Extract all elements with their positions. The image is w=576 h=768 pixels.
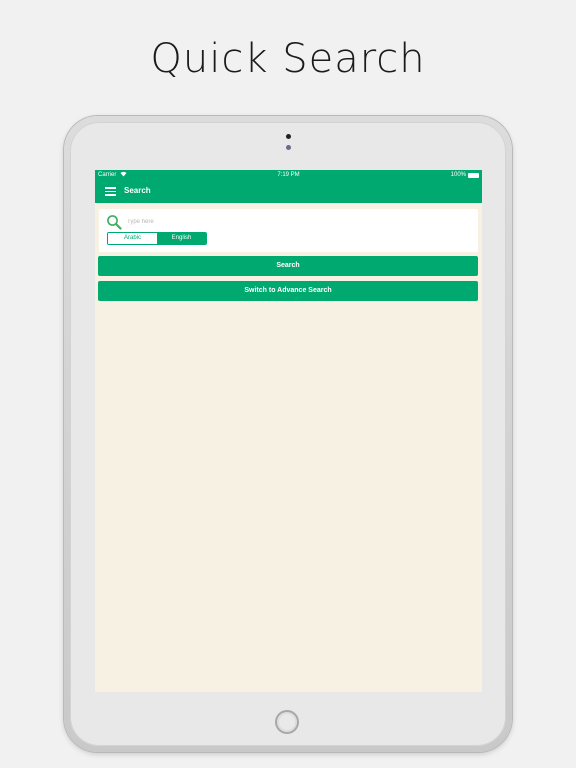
camera-sensor (286, 145, 291, 150)
home-button[interactable] (275, 710, 299, 734)
search-input[interactable] (127, 216, 457, 228)
search-card: Arabic English (99, 209, 478, 252)
search-icon (106, 214, 122, 230)
front-camera (286, 134, 291, 139)
status-battery-percent: 100% (450, 172, 466, 178)
segment-english[interactable]: English (157, 233, 206, 244)
segment-arabic[interactable]: Arabic (108, 233, 157, 244)
nav-title: Search (124, 186, 151, 195)
search-button[interactable]: Search (98, 256, 478, 276)
switch-advance-search-button[interactable]: Switch to Advance Search (98, 281, 478, 301)
nav-bar: Search (95, 180, 482, 203)
language-segmented-control: Arabic English (107, 232, 207, 245)
hamburger-menu-icon[interactable] (105, 187, 116, 196)
status-time: 7:19 PM (277, 172, 300, 178)
headline-quick-search: Quick Search (150, 36, 426, 82)
app-screen: Carrier 7:19 PM 100% Search Arabic Engli… (95, 170, 482, 692)
status-bar: Carrier 7:19 PM 100% (95, 170, 482, 180)
battery-icon (468, 173, 479, 178)
